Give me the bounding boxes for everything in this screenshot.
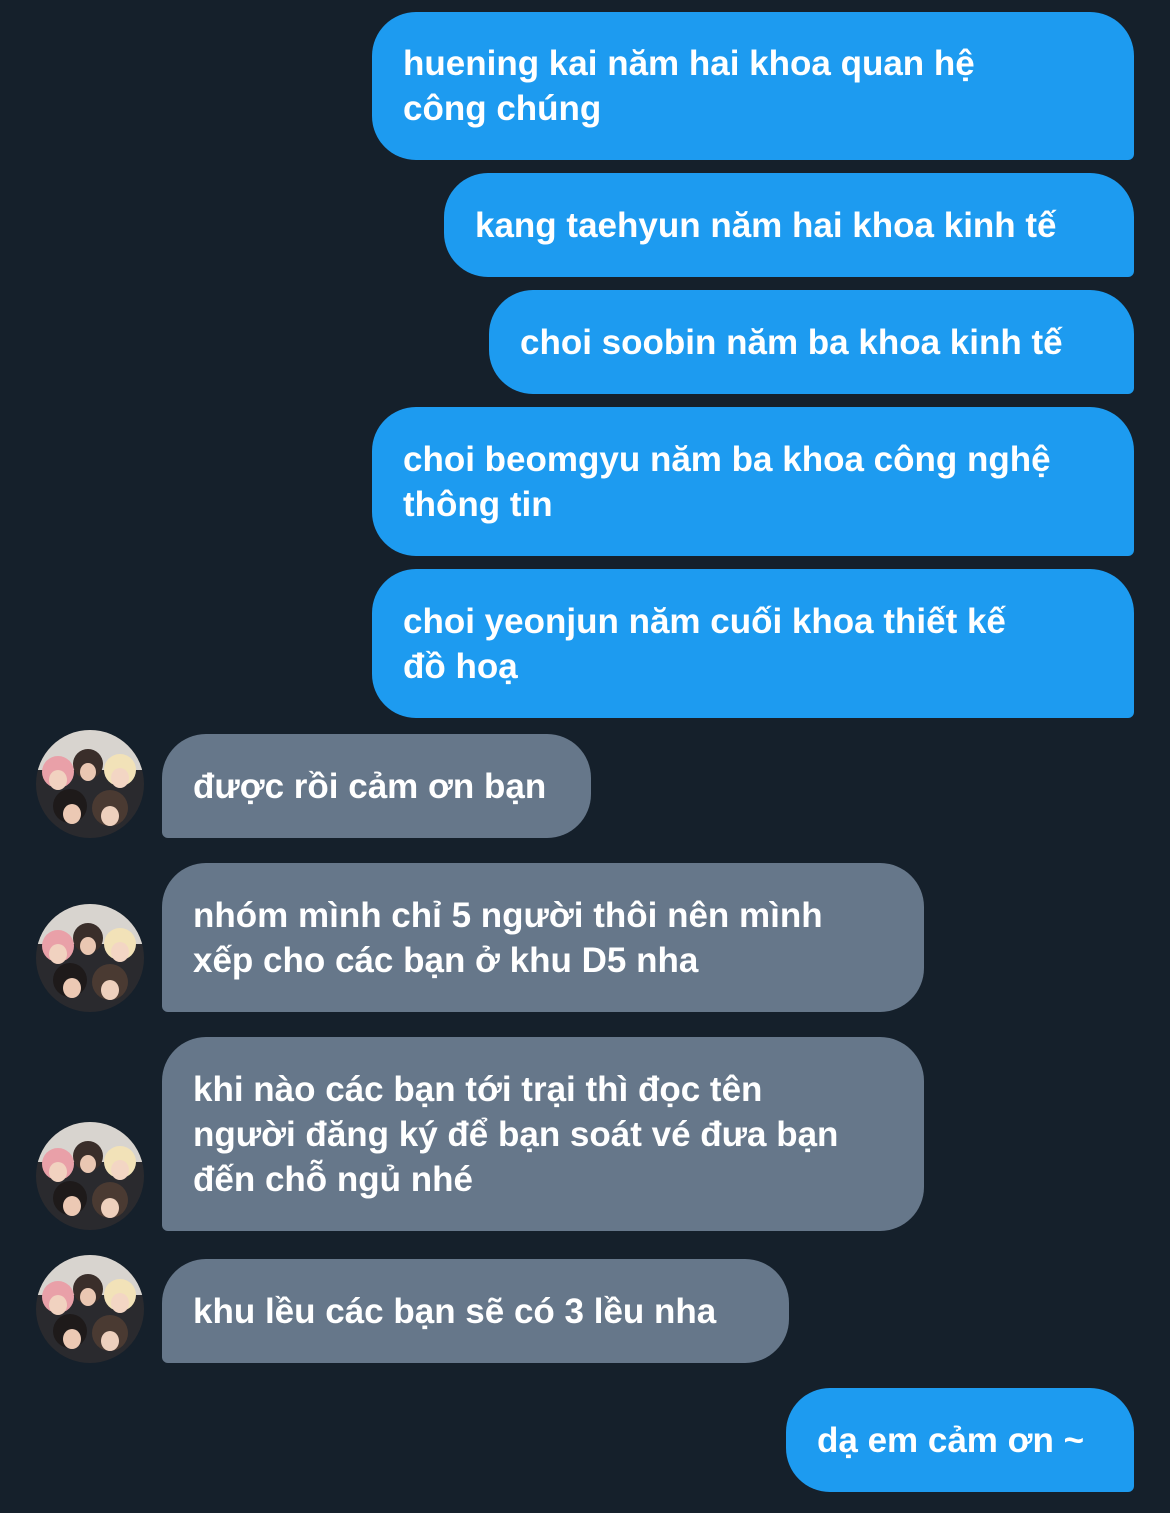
group-photo-avatar-icon bbox=[36, 730, 144, 838]
message-bubble-received[interactable]: khu lều các bạn sẽ có 3 lều nha bbox=[162, 1259, 789, 1363]
group-photo-avatar-icon bbox=[36, 1255, 144, 1363]
message-bubble-sent[interactable]: huening kai năm hai khoa quan hệ công ch… bbox=[372, 12, 1134, 160]
message-bubble-sent[interactable]: choi soobin năm ba khoa kinh tế bbox=[489, 290, 1134, 394]
message-text: kang taehyun năm hai khoa kinh tế bbox=[475, 205, 1057, 245]
message-text: choi beomgyu năm ba khoa công nghệ thông… bbox=[403, 439, 1051, 524]
message-bubble-received[interactable]: nhóm mình chỉ 5 người thôi nên mình xếp … bbox=[162, 863, 924, 1012]
message-bubble-received[interactable]: khi nào các bạn tới trại thì đọc tên ngư… bbox=[162, 1037, 924, 1231]
avatar[interactable] bbox=[36, 1122, 144, 1230]
avatar[interactable] bbox=[36, 1255, 144, 1363]
message-text: được rồi cảm ơn bạn bbox=[193, 766, 547, 806]
message-text: dạ em cảm ơn ~ bbox=[817, 1420, 1085, 1460]
message-text: khu lều các bạn sẽ có 3 lều nha bbox=[193, 1291, 717, 1331]
avatar[interactable] bbox=[36, 904, 144, 1012]
message-text: khi nào các bạn tới trại thì đọc tên ngư… bbox=[193, 1069, 839, 1199]
group-photo-avatar-icon bbox=[36, 904, 144, 1012]
message-text: choi soobin năm ba khoa kinh tế bbox=[520, 322, 1063, 362]
avatar[interactable] bbox=[36, 730, 144, 838]
message-bubble-sent[interactable]: choi beomgyu năm ba khoa công nghệ thông… bbox=[372, 407, 1134, 556]
message-bubble-sent[interactable]: kang taehyun năm hai khoa kinh tế bbox=[444, 173, 1134, 277]
message-text: nhóm mình chỉ 5 người thôi nên mình xếp … bbox=[193, 895, 823, 980]
group-photo-avatar-icon bbox=[36, 1122, 144, 1230]
message-bubble-received[interactable]: được rồi cảm ơn bạn bbox=[162, 734, 591, 838]
message-text: choi yeonjun năm cuối khoa thiết kế đồ h… bbox=[403, 601, 1006, 686]
message-bubble-sent[interactable]: dạ em cảm ơn ~ bbox=[786, 1388, 1134, 1492]
message-bubble-sent[interactable]: choi yeonjun năm cuối khoa thiết kế đồ h… bbox=[372, 569, 1134, 718]
message-text: huening kai năm hai khoa quan hệ công ch… bbox=[403, 44, 975, 128]
